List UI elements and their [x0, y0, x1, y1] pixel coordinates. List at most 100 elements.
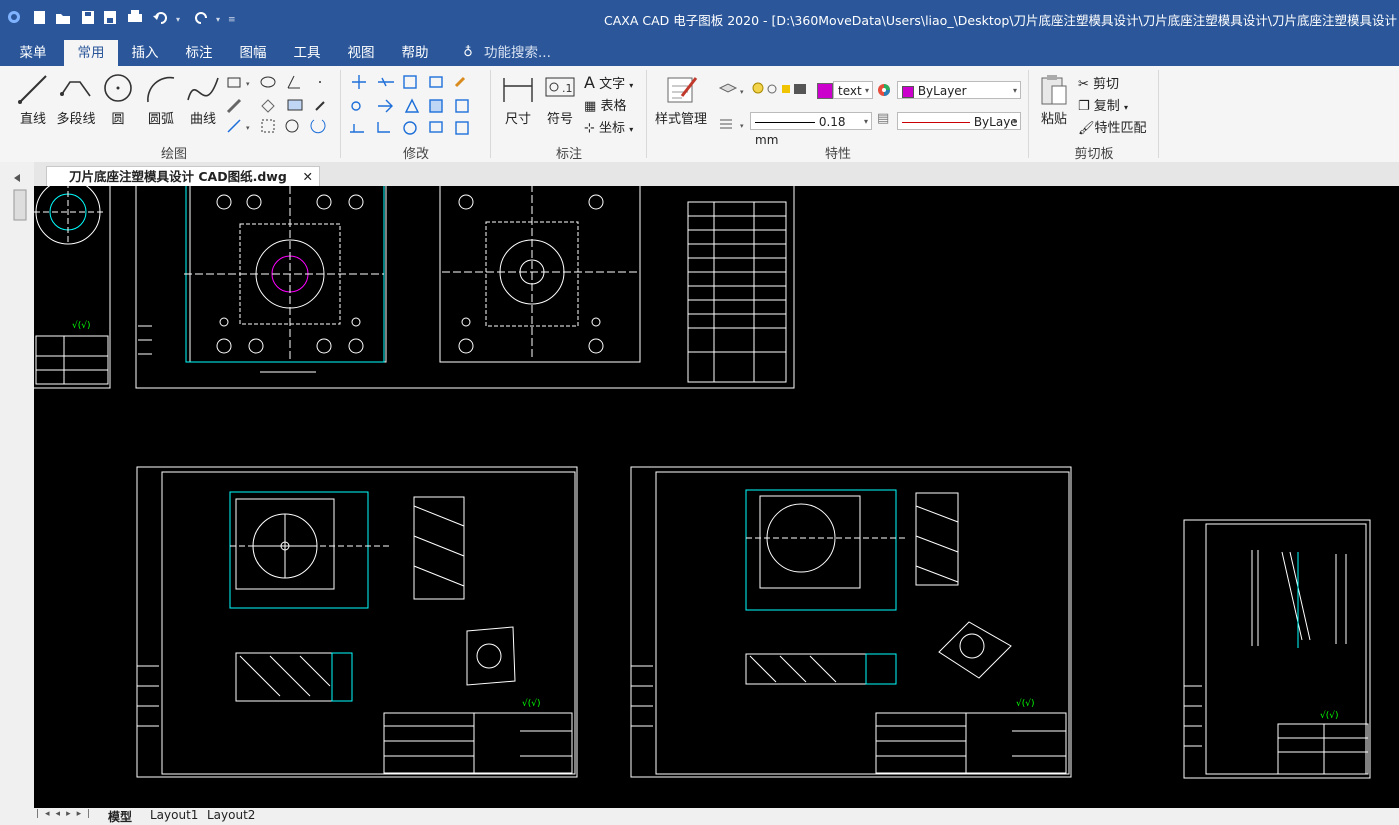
undo-icon[interactable]: [153, 12, 167, 24]
coordinate-button[interactable]: ⊹ 坐标 ▾: [584, 117, 633, 136]
offset-icon: [429, 99, 443, 113]
ellipse-icon: [260, 76, 276, 88]
line-weight-icon: ▤: [877, 111, 890, 126]
lock-icon: [782, 85, 790, 93]
svg-text:√(√): √(√): [1320, 710, 1339, 721]
hatch-icon: [261, 119, 275, 133]
tab-view[interactable]: 视图: [338, 40, 384, 66]
layer-status-icons[interactable]: [750, 80, 814, 98]
point-icon: [319, 81, 321, 83]
line-width-combo[interactable]: 0.18 mm ▾: [750, 112, 872, 147]
sheet-part-3: √(√): [1183, 519, 1371, 779]
svg-text:.1: .1: [562, 82, 573, 95]
tab-tools[interactable]: 工具: [284, 40, 330, 66]
color-combo[interactable]: ByLayer ▾: [897, 81, 1021, 99]
tab-common[interactable]: 常用: [64, 40, 118, 66]
left-arrow-icon[interactable]: [14, 174, 20, 182]
modify-tools[interactable]: [346, 72, 486, 138]
tab-help[interactable]: 帮助: [392, 40, 438, 66]
line-icon: [18, 75, 47, 104]
table-icon: ▦: [584, 99, 597, 114]
angle-icon: [287, 75, 300, 89]
new-file-icon[interactable]: [34, 11, 45, 24]
properties-group-label: 特性: [824, 147, 851, 162]
draw-small-tools[interactable]: ▾ ▾: [224, 72, 334, 138]
color-wheel-icon[interactable]: [876, 82, 892, 98]
sheet-part-2: √(√): [630, 466, 1072, 778]
title-bar: ▾ ▾ ≡ CAXA CAD 电子图板 2020 - [D:\360MoveDa…: [0, 0, 1399, 36]
tab-insert[interactable]: 插入: [122, 40, 168, 66]
redo-dropdown-icon[interactable]: ▾: [216, 15, 220, 24]
break-icon: [455, 99, 469, 113]
circle-icon: [104, 74, 132, 102]
donut-icon: [285, 119, 299, 133]
curve-button[interactable]: 曲线: [184, 72, 222, 127]
tab-annotate[interactable]: 标注: [176, 40, 222, 66]
style-manager-button[interactable]: 样式管理: [652, 72, 710, 127]
save-icon[interactable]: [82, 11, 94, 24]
linetype-icon: [720, 119, 732, 129]
symbol-button[interactable]: .1 符号: [540, 72, 580, 127]
trim-icon: [378, 77, 394, 87]
chamfer-icon: [350, 124, 364, 133]
paste-button[interactable]: 粘贴: [1034, 72, 1074, 127]
ribbon-tabs: 菜单 常用 插入 标注 图幅 工具 视图 帮助 ♁ 功能搜索...: [0, 36, 1399, 66]
draw-group-label: 绘图: [160, 147, 187, 162]
customize-toolbar-icon[interactable]: ≡: [228, 15, 236, 25]
svg-text:▾: ▾: [246, 80, 250, 88]
search-bulb-icon: ♁: [463, 45, 473, 60]
sheet-part-1: √(√): [136, 466, 578, 778]
modify-group-label: 修改: [402, 147, 429, 162]
match-properties-button[interactable]: 🖌特性匹配: [1078, 117, 1147, 136]
sheet-partial-left: √(√): [34, 186, 111, 389]
brush-icon: 🖌: [1078, 121, 1095, 136]
curve-icon: [187, 77, 219, 101]
dimension-button[interactable]: 尺寸: [498, 72, 538, 127]
tab-drawing-frame[interactable]: 图幅: [230, 40, 276, 66]
polyline-icon: [60, 81, 91, 97]
fillet-icon: [377, 122, 390, 133]
table-button[interactable]: ▦ 表格: [584, 95, 626, 114]
coordinate-icon: ⊹: [584, 121, 595, 136]
svg-text:▾: ▾: [740, 88, 744, 96]
line-type-sample: [902, 122, 970, 123]
svg-text:√(√): √(√): [1016, 698, 1035, 709]
rectangle-icon: [227, 77, 241, 88]
line-type-combo[interactable]: ByLaye ▾: [897, 112, 1021, 130]
quick-access-toolbar: ▾ ▾ ≡: [8, 10, 236, 25]
text-style-combo[interactable]: text ▾: [833, 81, 873, 99]
redo-icon[interactable]: [195, 12, 207, 24]
text-button[interactable]: A 文字 ▾: [584, 73, 633, 92]
window-title: CAXA CAD 电子图板 2020 - [D:\360MoveData\Use…: [604, 13, 1399, 28]
svg-text:▾: ▾: [246, 124, 250, 132]
property-panel-icon[interactable]: [13, 189, 27, 221]
layout-tab-layout2[interactable]: Layout2: [207, 808, 255, 822]
tab-menu[interactable]: 菜单: [8, 40, 58, 66]
eraser-icon: [454, 76, 466, 88]
annotate-group-label: 标注: [555, 147, 582, 162]
layout-nav-arrows-icon[interactable]: |◂◂▸▸|: [36, 809, 96, 819]
layer-color-swatch[interactable]: [817, 83, 833, 99]
polyline-button[interactable]: 多段线: [54, 72, 98, 127]
cut-button[interactable]: ✂ 剪切: [1078, 73, 1119, 92]
rotate-icon: [403, 121, 417, 135]
layer-tools[interactable]: ▾ ▾: [714, 80, 750, 140]
scissors-icon: ✂: [1078, 77, 1089, 92]
close-tab-icon[interactable]: ✕: [303, 167, 313, 187]
layout-tab-model[interactable]: 模型: [108, 808, 132, 825]
open-file-icon[interactable]: [56, 14, 70, 24]
save-as-icon[interactable]: [104, 11, 116, 24]
function-search[interactable]: 功能搜索...: [484, 40, 564, 66]
clipboard-group-label: 剪切板: [1074, 147, 1114, 162]
tab-document[interactable]: 刀片底座注塑模具设计 CAD图纸.dwg ✕: [46, 166, 320, 187]
arc-button[interactable]: 圆弧: [142, 72, 180, 127]
copy-button[interactable]: ❐ 复制 ▾: [1078, 95, 1128, 114]
undo-dropdown-icon[interactable]: ▾: [176, 15, 180, 24]
drawing-canvas[interactable]: √(√) √(√) √(√) √(√): [34, 186, 1399, 808]
arc-icon: [147, 76, 175, 103]
circle-button[interactable]: 圆: [100, 72, 136, 127]
layout-tab-layout1[interactable]: Layout1: [150, 808, 198, 822]
cad-drawing: √(√) √(√) √(√) √(√): [34, 186, 1371, 779]
line-button[interactable]: 直线: [14, 72, 52, 127]
print-icon[interactable]: [128, 10, 142, 22]
